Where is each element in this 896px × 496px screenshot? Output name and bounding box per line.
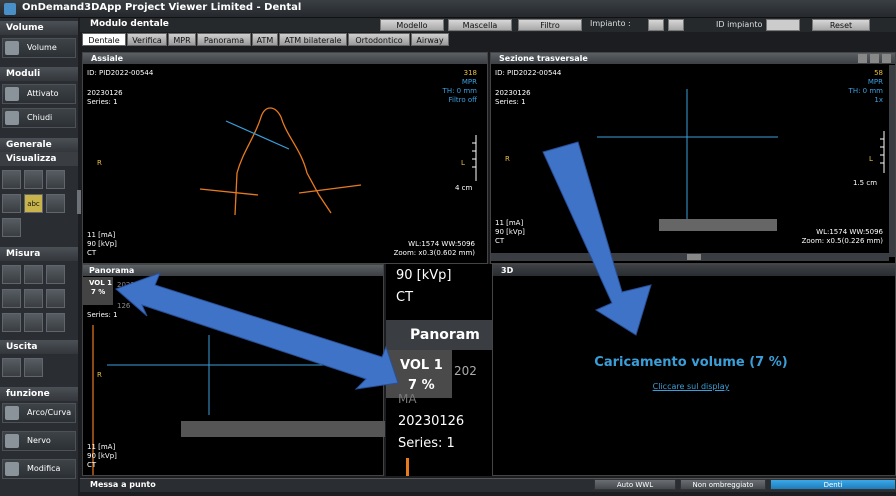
callout-arrows [115,141,652,390]
messa-a-punto[interactable]: Messa a punto [90,480,156,489]
pointer-arrow-icon [542,141,652,336]
non-ombreggiato-button[interactable]: Non ombreggiato [680,479,766,490]
auto-wwl-button[interactable]: Auto WWL [594,479,676,490]
denti-button[interactable]: Denti [770,479,896,490]
double-arrow-icon [115,272,399,390]
